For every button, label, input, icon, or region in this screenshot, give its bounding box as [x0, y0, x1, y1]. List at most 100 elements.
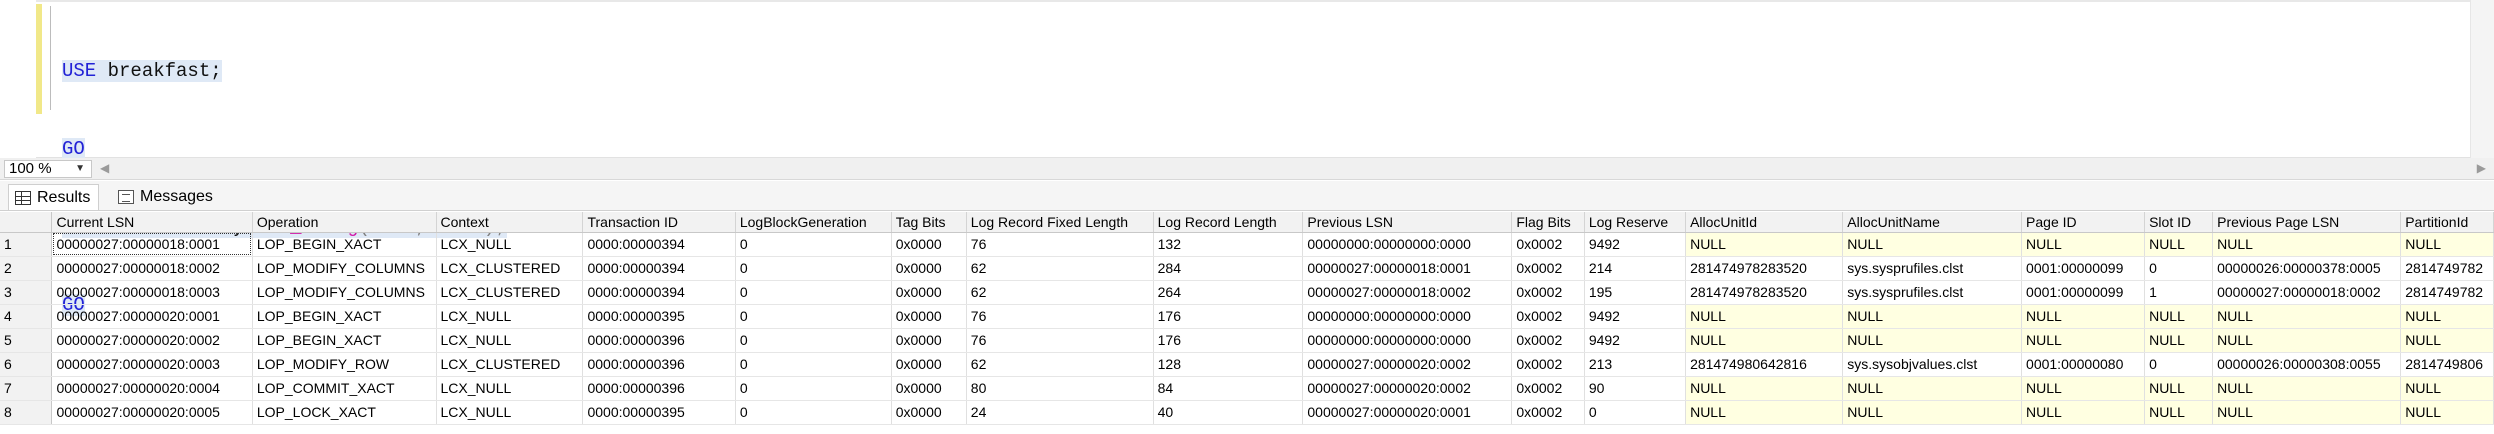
grid-cell[interactable]: NULL	[2400, 400, 2494, 425]
grid-cell[interactable]: LCX_NULL	[436, 400, 584, 425]
column-header[interactable]: Transaction ID	[582, 212, 736, 233]
grid-cell[interactable]: LOP_COMMIT_XACT	[252, 376, 437, 401]
table-row[interactable]: 2 00000027:00000018:0002 LOP_MODIFY_COLUMN…	[0, 256, 2494, 281]
column-header[interactable]: Slot ID	[2144, 212, 2214, 233]
column-header[interactable]: PartitionId	[2400, 212, 2494, 233]
grid-cell[interactable]: NULL	[2144, 304, 2214, 329]
grid-cell[interactable]: 0	[735, 328, 892, 353]
grid-cell[interactable]: NULL	[1685, 376, 1844, 401]
row-number-cell[interactable]: 3	[0, 280, 53, 305]
grid-cell[interactable]: 00000027:00000020:0004	[51, 376, 253, 401]
grid-cell[interactable]: 0000:00000394	[582, 256, 736, 281]
grid-cell[interactable]: NULL	[2021, 304, 2146, 329]
grid-cell[interactable]: 00000027:00000020:0002	[1302, 352, 1513, 377]
column-header[interactable]: Current LSN	[51, 212, 253, 233]
grid-cell[interactable]: 00000027:00000018:0001	[51, 232, 253, 257]
grid-cell[interactable]: sys.sysprufiles.clst	[1842, 256, 2023, 281]
grid-cell[interactable]: 0001:00000099	[2021, 256, 2146, 281]
grid-cell[interactable]: NULL	[2021, 328, 2146, 353]
grid-cell[interactable]: 0x0000	[891, 232, 967, 257]
grid-cell[interactable]: 0	[735, 376, 892, 401]
scroll-left-icon[interactable]: ◀	[100, 161, 109, 175]
grid-cell[interactable]: 0	[735, 232, 892, 257]
grid-cell[interactable]: 176	[1153, 328, 1304, 353]
table-row[interactable]: 7 00000027:00000020:0004 LOP_COMMIT_XACT LC…	[0, 376, 2494, 401]
column-header[interactable]: LogBlockGeneration	[735, 212, 892, 233]
grid-cell[interactable]: LOP_MODIFY_COLUMNS	[252, 256, 437, 281]
grid-cell[interactable]: 2814749806	[2400, 352, 2494, 377]
grid-cell[interactable]: 176	[1153, 304, 1304, 329]
grid-cell[interactable]: 00000027:00000018:0002	[1302, 280, 1513, 305]
grid-cell[interactable]: 0x0002	[1511, 304, 1585, 329]
grid-cell[interactable]: 0	[735, 352, 892, 377]
results-grid[interactable]: Current LSN Operation Context Transaction I…	[0, 212, 2494, 434]
grid-cell[interactable]: LCX_CLUSTERED	[436, 256, 584, 281]
grid-cell[interactable]: sys.sysprufiles.clst	[1842, 280, 2023, 305]
grid-cell[interactable]: 0x0000	[891, 400, 967, 425]
grid-cell[interactable]: 281474978283520	[1685, 280, 1844, 305]
row-number-cell[interactable]: 4	[0, 304, 53, 329]
row-number-cell[interactable]: 5	[0, 328, 53, 353]
grid-cell[interactable]: 264	[1153, 280, 1304, 305]
grid-cell[interactable]: NULL	[2144, 400, 2214, 425]
grid-cell[interactable]: 0	[1584, 400, 1687, 425]
grid-cell[interactable]: 281474978283520	[1685, 256, 1844, 281]
column-header[interactable]: AllocUnitName	[1842, 212, 2023, 233]
grid-cell[interactable]: LOP_MODIFY_ROW	[252, 352, 437, 377]
grid-cell[interactable]: LCX_CLUSTERED	[436, 280, 584, 305]
grid-cell[interactable]: 214	[1584, 256, 1687, 281]
grid-cell[interactable]: 2814749782	[2400, 280, 2494, 305]
grid-cell[interactable]: 0x0002	[1511, 232, 1585, 257]
grid-cell[interactable]: NULL	[1842, 328, 2023, 353]
grid-cell[interactable]: 84	[1153, 376, 1304, 401]
grid-cell[interactable]: NULL	[2212, 304, 2402, 329]
grid-cell[interactable]: NULL	[1685, 400, 1844, 425]
grid-cell[interactable]: 0000:00000396	[582, 328, 736, 353]
grid-cell[interactable]: NULL	[2021, 232, 2146, 257]
column-header[interactable]: Flag Bits	[1511, 212, 1585, 233]
grid-cell[interactable]: 0x0000	[891, 352, 967, 377]
table-row[interactable]: 8 00000027:00000020:0005 LOP_LOCK_XACT LCX_…	[0, 400, 2494, 425]
grid-cell[interactable]: 0x0002	[1511, 328, 1585, 353]
column-header[interactable]: Log Record Fixed Length	[966, 212, 1154, 233]
column-header[interactable]: AllocUnitId	[1685, 212, 1844, 233]
column-header[interactable]: Page ID	[2021, 212, 2146, 233]
grid-cell[interactable]: NULL	[2021, 376, 2146, 401]
grid-cell[interactable]: 0x0002	[1511, 400, 1585, 425]
grid-cell[interactable]: 00000000:00000000:0000	[1302, 304, 1513, 329]
row-number-cell[interactable]: 2	[0, 256, 53, 281]
grid-cell[interactable]: NULL	[2400, 304, 2494, 329]
grid-cell[interactable]: 00000027:00000018:0002	[2212, 280, 2402, 305]
tab-messages[interactable]: Messages	[112, 184, 221, 210]
grid-cell[interactable]: 0	[2144, 352, 2214, 377]
column-header[interactable]: Previous Page LSN	[2212, 212, 2402, 233]
grid-cell[interactable]: 9492	[1584, 232, 1687, 257]
grid-cell[interactable]: 0000:00000394	[582, 232, 736, 257]
grid-cell[interactable]: NULL	[2144, 328, 2214, 353]
grid-cell[interactable]: 62	[966, 280, 1154, 305]
grid-cell[interactable]: NULL	[1685, 328, 1844, 353]
grid-cell[interactable]: 0x0002	[1511, 256, 1585, 281]
grid-cell[interactable]: 9492	[1584, 304, 1687, 329]
grid-cell[interactable]: 00000000:00000000:0000	[1302, 328, 1513, 353]
row-number-cell[interactable]: 8	[0, 400, 53, 425]
zoom-dropdown[interactable]: 100 % ▼	[4, 160, 92, 178]
grid-cell[interactable]: LCX_CLUSTERED	[436, 352, 584, 377]
grid-cell[interactable]: 132	[1153, 232, 1304, 257]
grid-cell[interactable]: NULL	[2021, 400, 2146, 425]
grid-cell[interactable]: 0	[2144, 256, 2214, 281]
grid-cell[interactable]: 0000:00000395	[582, 304, 736, 329]
editor-vertical-scrollbar[interactable]	[2470, 0, 2494, 158]
grid-cell[interactable]: NULL	[1842, 400, 2023, 425]
grid-cell[interactable]: 0000:00000394	[582, 280, 736, 305]
grid-cell[interactable]: LOP_LOCK_XACT	[252, 400, 437, 425]
grid-cell[interactable]: 0x0000	[891, 256, 967, 281]
table-row[interactable]: 4 00000027:00000020:0001 LOP_BEGIN_XACT LCX…	[0, 304, 2494, 329]
grid-cell[interactable]: 0001:00000080	[2021, 352, 2146, 377]
grid-cell[interactable]: NULL	[2400, 232, 2494, 257]
grid-cell[interactable]: 284	[1153, 256, 1304, 281]
query-editor[interactable]: USE breakfast; GO SELECT * FROM sys.fn_d…	[0, 0, 2494, 316]
grid-cell[interactable]: 0x0000	[891, 376, 967, 401]
column-header[interactable]: Context	[436, 212, 584, 233]
grid-cell[interactable]: NULL	[1685, 232, 1844, 257]
